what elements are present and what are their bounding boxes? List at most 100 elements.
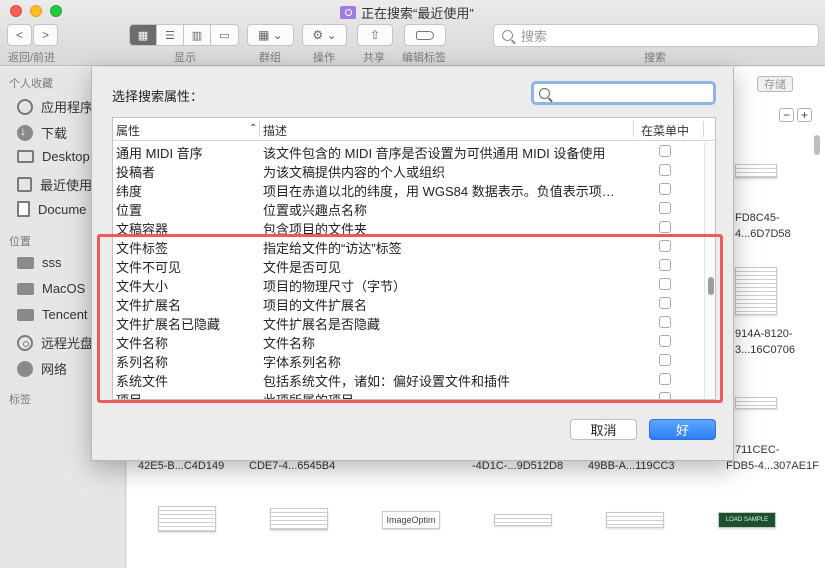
sidebar-header-favorites: 个人收藏: [9, 78, 53, 90]
file-name: 42E5-B...C4D149: [138, 460, 225, 472]
sidebar-item-label: Desktop: [42, 149, 90, 164]
file-name: 914A-8120-: [735, 328, 793, 340]
view-mode-segmented: ▦ ☰ ▥ ▭: [129, 24, 239, 46]
list-view-icon[interactable]: ☰: [157, 25, 184, 45]
sidebar-item-downloads[interactable]: 下载: [17, 123, 67, 142]
documents-icon: [17, 201, 30, 217]
in-menu-checkbox[interactable]: [659, 164, 671, 176]
ok-button[interactable]: 好: [649, 419, 716, 440]
edit-tags-button[interactable]: [404, 24, 446, 46]
column-divider: [259, 121, 260, 137]
forward-button[interactable]: >: [33, 24, 58, 46]
in-menu-checkbox[interactable]: [659, 221, 671, 233]
file-thumbnail[interactable]: LOAD SAMPLE: [718, 512, 776, 528]
network-icon: [17, 360, 33, 377]
column-header-description[interactable]: 描述: [263, 122, 287, 139]
sidebar-header-locations: 位置: [9, 236, 31, 248]
row-description: 位置或兴趣点名称: [263, 203, 368, 218]
file-thumbnail[interactable]: [158, 506, 216, 532]
sidebar-item-label: Tencent: [42, 307, 88, 322]
in-menu-checkbox[interactable]: [659, 145, 671, 157]
group-button[interactable]: ▦ ⌄: [247, 24, 294, 46]
dialog-title: 选择搜索属性：: [112, 89, 204, 104]
sidebar-item-recents[interactable]: 最近使用: [17, 175, 92, 194]
dialog-search-field[interactable]: [531, 81, 716, 105]
toolbar-search-placeholder: 搜索: [521, 29, 548, 44]
window-title: 正在搜索“最近使用”: [340, 3, 474, 22]
file-thumbnail[interactable]: ImageOptim: [382, 511, 440, 529]
toolbar-search-field[interactable]: 搜索: [493, 24, 819, 47]
share-button[interactable]: ⇧: [357, 24, 393, 46]
search-caption: 搜索: [644, 52, 666, 64]
file-thumbnail[interactable]: [606, 512, 664, 528]
sidebar-item-network[interactable]: 网络: [17, 359, 67, 378]
column-header-in-menu[interactable]: 在菜单中: [641, 122, 689, 139]
row-attribute: 通用 MIDI 音序: [116, 146, 203, 161]
content-scrollbar[interactable]: [813, 135, 821, 565]
file-thumbnail[interactable]: [735, 267, 777, 315]
sidebar-header-tags: 标签: [9, 394, 31, 406]
tags-caption: 编辑标签: [402, 52, 446, 64]
disk-icon: [17, 308, 34, 321]
search-icon: [502, 30, 513, 41]
table-row[interactable]: 位置 位置或兴趣点名称: [113, 199, 705, 218]
nav-caption: 返回/前进: [8, 52, 56, 64]
row-attribute: 投稿者: [116, 165, 156, 180]
applications-icon: [17, 98, 33, 115]
row-attribute: 纬度: [116, 184, 143, 199]
recents-icon: [17, 177, 32, 192]
cancel-button[interactable]: 取消: [570, 419, 637, 440]
table-row[interactable]: 通用 MIDI 音序 该文件包含的 MIDI 音序是否设置为可供通用 MIDI 设…: [113, 142, 705, 161]
add-criteria-button[interactable]: +: [797, 108, 812, 122]
icon-view-icon[interactable]: ▦: [130, 25, 157, 45]
file-name: CDE7-4...6545B4: [249, 460, 336, 472]
sidebar-item-tencent[interactable]: Tencent: [17, 307, 88, 322]
sidebar-item-label: 远程光盘: [41, 336, 94, 351]
file-thumbnail[interactable]: [735, 164, 777, 178]
sidebar-item-label: MacOS: [42, 281, 86, 296]
content-scrollbar-thumb[interactable]: [814, 135, 820, 155]
window-toolbar: 正在搜索“最近使用” < > 返回/前进 ▦ ☰ ▥ ▭ 显示 ▦ ⌄ 群组 ⚙…: [0, 0, 825, 66]
file-thumbnail[interactable]: [270, 508, 328, 530]
minimize-window-button[interactable]: [30, 5, 42, 17]
share-caption: 共享: [363, 52, 385, 64]
disk-icon: [17, 282, 34, 295]
file-thumbnail[interactable]: [494, 514, 552, 526]
sidebar-item-sss[interactable]: sss: [17, 255, 62, 270]
sidebar-item-remote-disc[interactable]: 远程光盘: [17, 333, 93, 352]
gallery-view-icon[interactable]: ▭: [211, 25, 238, 45]
gear-icon: ⚙ ⌄: [312, 28, 337, 42]
sidebar-item-documents[interactable]: Docume: [17, 201, 86, 217]
sort-ascending-icon: ⌃: [249, 123, 258, 134]
back-button[interactable]: <: [7, 24, 32, 46]
table-row[interactable]: 纬度 项目在赤道以北的纬度，用 WGS84 数据表示。负值表示项…: [113, 180, 705, 199]
in-menu-checkbox[interactable]: [659, 202, 671, 214]
view-caption: 显示: [174, 52, 196, 64]
disk-icon: [17, 256, 34, 269]
file-name: 49BB-A...119CC3: [588, 460, 675, 472]
in-menu-checkbox[interactable]: [659, 183, 671, 195]
action-button[interactable]: ⚙ ⌄: [302, 24, 347, 46]
row-description: 该文件包含的 MIDI 音序是否设置为可供通用 MIDI 设备使用: [263, 146, 606, 161]
table-row[interactable]: 投稿者 为该文稿提供内容的个人或组织: [113, 161, 705, 180]
column-view-icon[interactable]: ▥: [184, 25, 211, 45]
file-name: FD8C45-: [735, 212, 780, 224]
sidebar-item-macos[interactable]: MacOS: [17, 281, 85, 296]
save-search-button[interactable]: 存储: [757, 76, 793, 92]
file-name: 4...6D7D58: [735, 228, 791, 240]
sidebar-item-desktop[interactable]: Desktop: [17, 149, 90, 164]
column-header-attribute[interactable]: 属性: [116, 122, 140, 139]
close-window-button[interactable]: [10, 5, 22, 17]
zoom-window-button[interactable]: [50, 5, 62, 17]
file-name: FDB5-4...307AE1F: [726, 460, 819, 472]
file-thumbnail[interactable]: [735, 397, 777, 409]
group-icon: ▦ ⌄: [258, 28, 283, 42]
sidebar-item-label: sss: [42, 255, 62, 270]
share-icon: ⇧: [369, 28, 381, 42]
file-name: -4D1C-...9D512D8: [472, 460, 564, 472]
row-description: 项目在赤道以北的纬度，用 WGS84 数据表示。负值表示项…: [263, 184, 615, 199]
sidebar-item-applications[interactable]: 应用程序: [17, 97, 93, 116]
row-attribute: 位置: [116, 203, 143, 218]
remove-criteria-button[interactable]: −: [779, 108, 794, 122]
sidebar-item-label: 最近使用: [40, 178, 93, 193]
